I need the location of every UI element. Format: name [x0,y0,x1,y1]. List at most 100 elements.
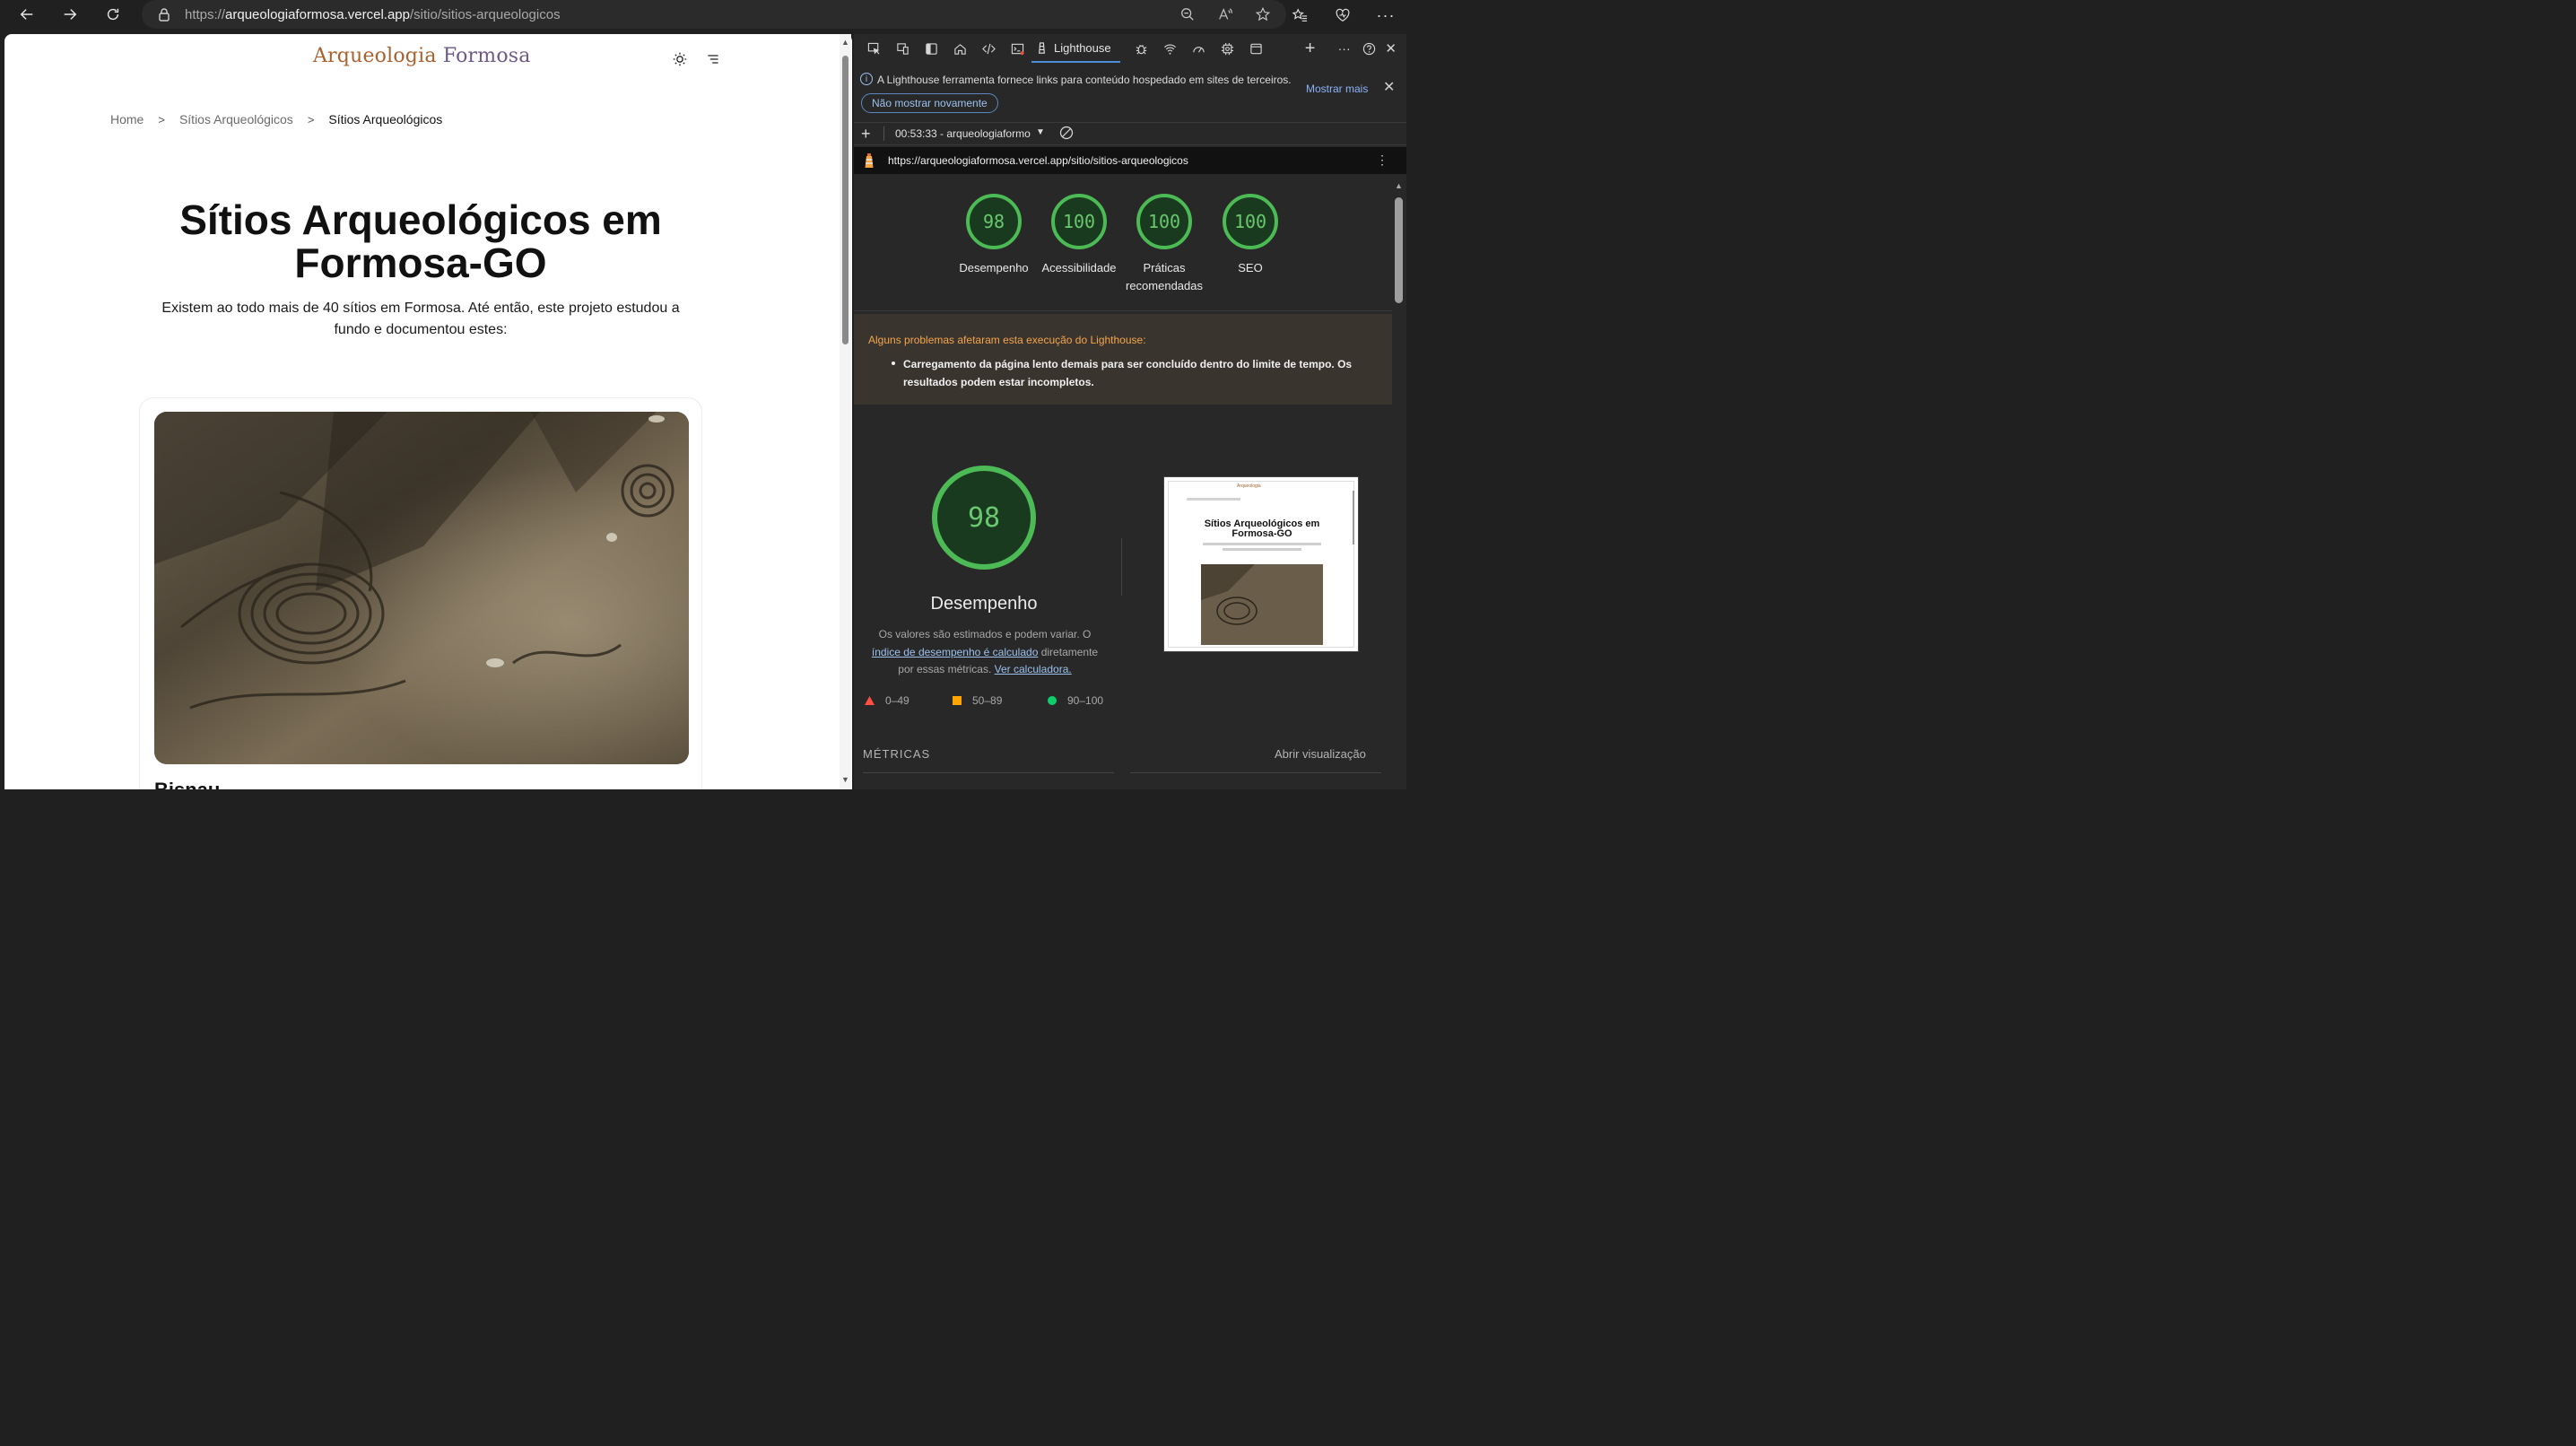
dont-show-again-button[interactable]: Não mostrar novamente [861,93,998,113]
close-devtools-icon[interactable]: ✕ [1380,34,1402,63]
add-tab-icon[interactable]: + [1296,34,1325,63]
report-selector[interactable]: 00:53:33 - arqueologiaformo [895,127,1031,140]
welcome-home-icon[interactable] [945,34,974,63]
average-square-icon [953,696,962,705]
gauge-label-performance: Desempenho [959,261,1029,274]
performance-heading: Desempenho [930,594,1038,614]
read-aloud-icon[interactable] [1216,5,1234,23]
svg-text:98: 98 [968,502,1000,534]
gauge-best-practices[interactable]: 100 [1136,193,1193,250]
site-card[interactable]: Bisnau [139,397,702,789]
breadcrumb-home[interactable]: Home [110,112,144,126]
forward-button[interactable] [52,0,88,29]
settings-more-icon[interactable]: ··· [1376,5,1396,25]
report-url-bar: https://arqueologiaformosa.vercel.app/si… [854,147,1406,174]
lighthouse-report-bar: + 00:53:33 - arqueologiaformo ▼ [854,122,1406,145]
inspect-icon[interactable] [859,34,888,63]
browser-toolbar: https://arqueologiaformosa.vercel.app/si… [0,0,1406,32]
warning-title: Alguns problemas afetaram esta execução … [868,334,1146,346]
devtools-scrollbar-thumb[interactable] [1395,197,1403,303]
lock-icon [156,6,172,22]
new-report-icon[interactable]: + [861,125,871,144]
favorites-icon[interactable] [1290,5,1310,25]
warning-item: Carregamento da página lento demais para… [903,358,1353,388]
more-tools-icon[interactable]: ··· [1330,34,1359,63]
forward-arrow-icon [64,9,77,20]
page-title: Sítios Arqueológicos em Formosa-GO [179,196,662,286]
sidebar-toggle-icon[interactable] [917,34,945,63]
pass-circle-icon [1048,696,1057,705]
page-lead: Existem ao todo mais de 40 sítios em For… [161,301,680,337]
console-icon[interactable] [1003,34,1031,63]
metrics-heading: MÉTRICAS [863,747,931,761]
card-title[interactable]: Bisnau [154,779,220,789]
third-party-info-bar: i A Lighthouse ferramenta fornece links … [854,66,1406,118]
network-wifi-icon[interactable] [1156,34,1185,63]
favorite-star-icon[interactable] [1254,5,1272,23]
calculator-link[interactable]: Ver calculadora. [995,663,1072,675]
address-bar[interactable]: https://arqueologiaformosa.vercel.app/si… [142,0,1286,29]
legend-pass: 90–100 [1048,694,1103,707]
back-arrow-icon [20,9,33,20]
site-logo[interactable]: Arqueologia Formosa [313,45,531,67]
report-url[interactable]: https://arqueologiaformosa.vercel.app/si… [888,154,1188,167]
devtools-scrollbar[interactable]: ▲ [1393,179,1405,789]
legend-fail: 0–49 [865,694,909,707]
gauge-accessibility[interactable]: 100 [1050,193,1108,250]
score-calc-link[interactable]: índice de desempenho é calculado [872,646,1038,658]
tab-lighthouse[interactable]: Lighthouse [1031,34,1120,63]
learn-more-link[interactable]: Mostrar mais [1306,83,1368,95]
expand-view-toggle[interactable]: Abrir visualização [1275,747,1366,761]
clear-reports-icon[interactable] [1059,126,1074,143]
svg-text:100: 100 [1063,211,1095,232]
browser-essentials-icon[interactable] [1333,5,1353,25]
dropdown-caret-icon[interactable]: ▼ [1036,127,1045,137]
lighthouse-logo-icon [865,153,874,168]
theme-toggle-sun-icon[interactable] [671,50,689,68]
info-icon: i [860,73,873,85]
info-message: A Lighthouse ferramenta fornece links pa… [877,74,1292,86]
web-page: Arqueologia Formosa Home > Sítios Arqueo… [4,34,852,789]
petroglyph-photo[interactable] [154,412,689,764]
thumb-title: Sítios Arqueológicos em Formosa-GO [1204,518,1320,539]
application-icon[interactable] [1242,34,1271,63]
help-icon[interactable] [1359,34,1380,63]
performance-icon[interactable] [1185,34,1214,63]
thumb-logo: Arqueologia [1237,483,1261,489]
elements-icon[interactable] [974,34,1003,63]
svg-text:100: 100 [1148,211,1180,232]
bug-icon[interactable] [1127,34,1156,63]
zoom-icon[interactable] [1179,5,1197,23]
breadcrumb: Home > Sítios Arqueológicos > Sítios Arq… [110,112,442,126]
breadcrumb-sites[interactable]: Sítios Arqueológicos [179,112,293,126]
gauge-label-best-practices: Práticas recomendadas [1126,261,1203,292]
close-infobar-icon[interactable]: ✕ [1383,78,1395,96]
gauge-seo[interactable]: 100 [1222,193,1279,250]
performance-description: Os valores são estimados e podem variar.… [871,628,1099,675]
runtime-warning: Alguns problemas afetaram esta execução … [854,314,1392,405]
gauge-performance[interactable]: 98 [965,193,1023,250]
legend-average: 50–89 [953,694,1002,707]
address-url: https://arqueologiaformosa.vercel.app/si… [185,6,561,22]
menu-icon[interactable] [704,50,722,68]
report-menu-icon[interactable]: ⋮ [1376,152,1388,168]
page-scrollbar-thumb[interactable] [842,56,849,344]
svg-text:100: 100 [1234,211,1266,232]
chevron-right-icon: > [158,112,165,126]
refresh-icon [107,8,119,21]
back-button[interactable] [9,0,45,29]
breadcrumb-current: Sítios Arqueológicos [328,112,443,126]
gauge-label-seo: SEO [1238,261,1263,274]
refresh-button[interactable] [95,0,131,29]
final-screenshot[interactable]: Arqueologia Sítios Arqueológicos em Form… [1163,476,1359,652]
memory-icon[interactable] [1214,34,1242,63]
devtools-tabs: Lighthouse + ··· ✕ [854,34,1406,63]
fail-triangle-icon [865,696,875,705]
svg-text:98: 98 [983,211,1005,232]
gauge-label-accessibility: Acessibilidade [1041,261,1117,274]
page-scrollbar[interactable]: ▲ ▼ [840,34,851,789]
gauge-performance-large: 98 [932,466,1036,570]
chevron-right-icon: > [307,112,315,126]
device-emulation-icon[interactable] [888,34,917,63]
bullet [892,362,895,365]
